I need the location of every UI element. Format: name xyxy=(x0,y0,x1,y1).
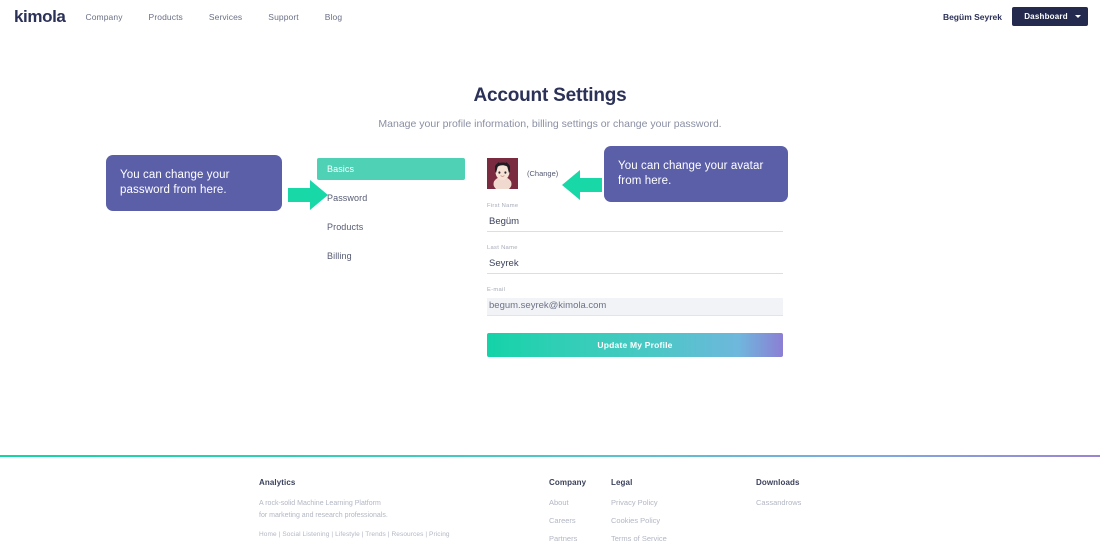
settings-side-tabs: Basics Password Products Billing xyxy=(317,158,465,357)
footer-tagline-line1: A rock-solid Machine Learning Platform xyxy=(259,498,549,510)
site-header: kimola Company Products Services Support… xyxy=(0,0,1100,33)
page-subtitle: Manage your profile information, billing… xyxy=(0,118,1100,130)
footer-link-cookies-policy[interactable]: Cookies Policy xyxy=(611,516,756,525)
current-user-name: Begüm Seyrek xyxy=(943,12,1002,22)
nav-item-blog[interactable]: Blog xyxy=(325,12,342,22)
avatar-illustration-icon xyxy=(487,158,518,189)
nav-item-support[interactable]: Support xyxy=(268,12,298,22)
footer-link-terms-of-service[interactable]: Terms of Service xyxy=(611,534,756,543)
footer-heading-company: Company xyxy=(549,478,611,487)
callout-password: You can change your password from here. xyxy=(106,155,282,211)
footer-tagline: A rock-solid Machine Learning Platform f… xyxy=(259,498,549,522)
avatar[interactable] xyxy=(487,158,518,189)
avatar-change-link[interactable]: (Change) xyxy=(527,169,558,178)
footer-gradient-divider xyxy=(0,455,1100,457)
first-name-input[interactable] xyxy=(487,214,783,232)
footer-link-partners[interactable]: Partners xyxy=(549,534,611,543)
callout-avatar: You can change your avatar from here. xyxy=(604,146,788,202)
tab-billing[interactable]: Billing xyxy=(317,245,465,267)
footer-column-legal: Legal Privacy Policy Cookies Policy Term… xyxy=(611,478,756,552)
last-name-label: Last Name xyxy=(487,245,783,251)
update-profile-button[interactable]: Update My Profile xyxy=(487,333,783,357)
field-email: E-mail xyxy=(487,287,783,316)
first-name-label: First Name xyxy=(487,203,783,209)
email-input[interactable] xyxy=(487,298,783,316)
footer-heading-analytics: Analytics xyxy=(259,478,549,487)
footer-heading-downloads: Downloads xyxy=(756,478,876,487)
email-label: E-mail xyxy=(487,287,783,293)
footer-column-analytics: Analytics A rock-solid Machine Learning … xyxy=(259,478,549,552)
footer-link-careers[interactable]: Careers xyxy=(549,516,611,525)
field-last-name: Last Name xyxy=(487,245,783,274)
chevron-down-icon xyxy=(1075,15,1081,18)
arrow-right-icon xyxy=(288,178,328,212)
site-footer: Analytics A rock-solid Machine Learning … xyxy=(0,478,1100,552)
footer-inline-links[interactable]: Home | Social Listening | Lifestyle | Tr… xyxy=(259,531,549,538)
main-navigation: Company Products Services Support Blog xyxy=(85,12,342,22)
footer-link-about[interactable]: About xyxy=(549,498,611,507)
field-first-name: First Name xyxy=(487,203,783,232)
footer-column-company: Company About Careers Partners xyxy=(549,478,611,552)
footer-column-downloads: Downloads Cassandrows xyxy=(756,478,876,552)
nav-item-services[interactable]: Services xyxy=(209,12,242,22)
footer-link-cassandrows[interactable]: Cassandrows xyxy=(756,498,876,507)
footer-heading-legal: Legal xyxy=(611,478,756,487)
tab-basics[interactable]: Basics xyxy=(317,158,465,180)
dashboard-dropdown-button[interactable]: Dashboard xyxy=(1012,7,1088,26)
footer-tagline-line2: for marketing and research professionals… xyxy=(259,510,549,522)
last-name-input[interactable] xyxy=(487,256,783,274)
page-title: Account Settings xyxy=(0,85,1100,107)
tab-password[interactable]: Password xyxy=(317,187,465,209)
nav-item-company[interactable]: Company xyxy=(85,12,122,22)
nav-item-products[interactable]: Products xyxy=(149,12,183,22)
header-right-group: Begüm Seyrek Dashboard xyxy=(943,7,1088,26)
tab-products[interactable]: Products xyxy=(317,216,465,238)
arrow-left-icon xyxy=(562,168,602,202)
account-settings-section: You can change your password from here. … xyxy=(0,158,1100,357)
footer-link-privacy-policy[interactable]: Privacy Policy xyxy=(611,498,756,507)
dashboard-button-label: Dashboard xyxy=(1024,12,1068,21)
kimola-logo[interactable]: kimola xyxy=(14,7,65,27)
